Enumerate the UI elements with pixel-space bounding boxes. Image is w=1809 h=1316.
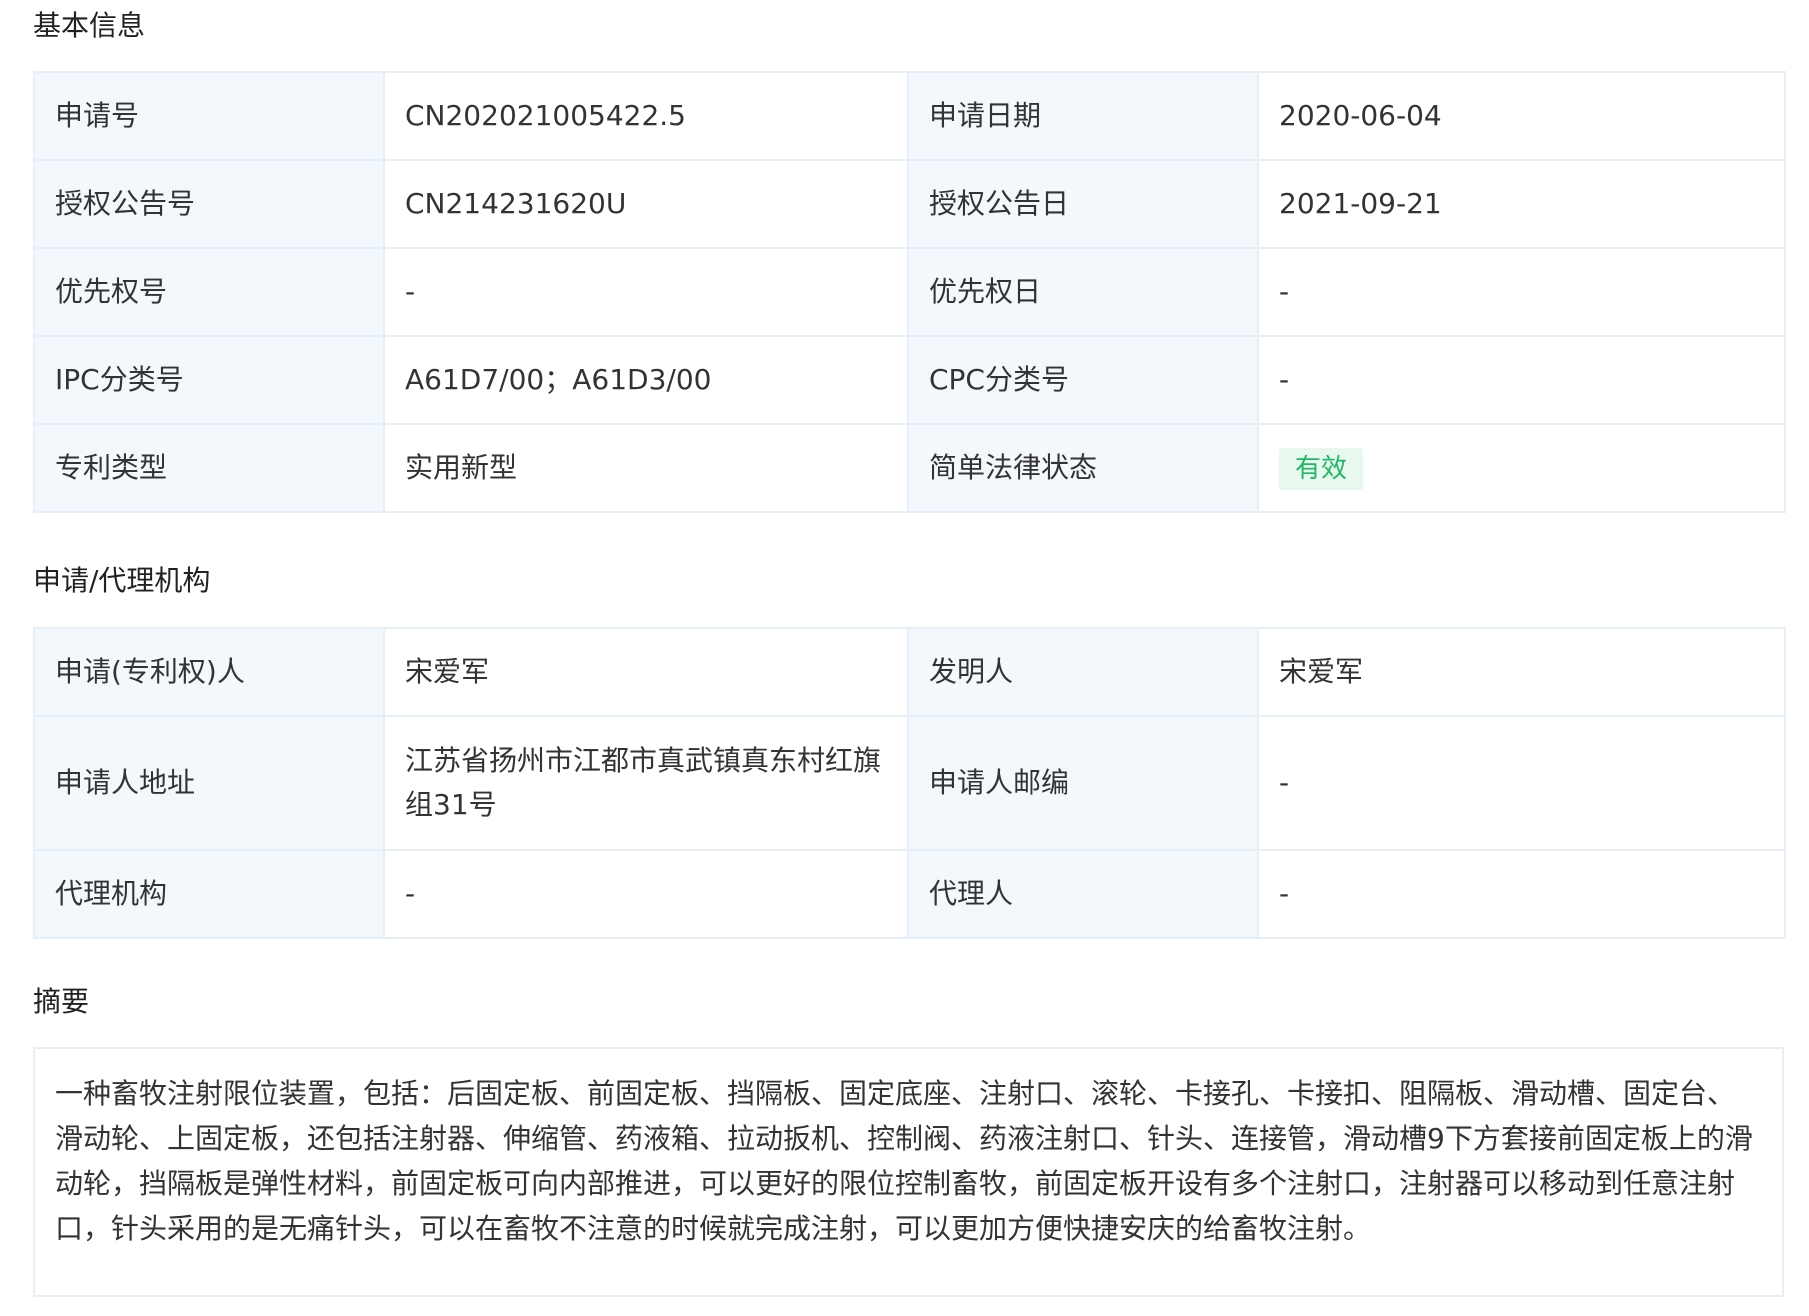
- agency-label: 代理机构: [33, 849, 385, 939]
- applicant-value: 宋爱军: [383, 627, 909, 717]
- agency-table: 申请(专利权)人 宋爱军 发明人 宋爱军 申请人地址 江苏省扬州市江都市真武镇真…: [33, 627, 1786, 939]
- legal-status-label: 简单法律状态: [907, 423, 1259, 513]
- basic-info-title: 基本信息: [33, 9, 146, 42]
- table-row: 申请人地址 江苏省扬州市江都市真武镇真东村红旗组31号 申请人邮编 -: [33, 715, 1786, 851]
- applicant-address-value: 江苏省扬州市江都市真武镇真东村红旗组31号: [383, 715, 909, 851]
- priority-date-label: 优先权日: [907, 247, 1259, 337]
- priority-number-label: 优先权号: [33, 247, 385, 337]
- patent-type-label: 专利类型: [33, 423, 385, 513]
- grant-pub-date-label: 授权公告日: [907, 159, 1259, 249]
- priority-date-value: -: [1257, 247, 1786, 337]
- agency-value: -: [383, 849, 909, 939]
- table-row: 优先权号 - 优先权日 -: [33, 247, 1786, 337]
- agent-value: -: [1257, 849, 1786, 939]
- cpc-class-label: CPC分类号: [907, 335, 1259, 425]
- status-badge: 有效: [1279, 448, 1364, 490]
- abstract-title: 摘要: [33, 985, 90, 1018]
- table-row: IPC分类号 A61D7/00；A61D3/00 CPC分类号 -: [33, 335, 1786, 425]
- table-row: 代理机构 - 代理人 -: [33, 849, 1786, 939]
- cpc-class-value: -: [1257, 335, 1786, 425]
- table-row: 申请号 CN202021005422.5 申请日期 2020-06-04: [33, 71, 1786, 161]
- applicant-address-label: 申请人地址: [33, 715, 385, 851]
- agent-label: 代理人: [907, 849, 1259, 939]
- basic-info-table: 申请号 CN202021005422.5 申请日期 2020-06-04 授权公…: [33, 71, 1786, 513]
- inventor-label: 发明人: [907, 627, 1259, 717]
- grant-pub-number-value: CN214231620U: [383, 159, 909, 249]
- grant-pub-date-value: 2021-09-21: [1257, 159, 1786, 249]
- application-number-label: 申请号: [33, 71, 385, 161]
- priority-number-value: -: [383, 247, 909, 337]
- applicant-postcode-value: -: [1257, 715, 1786, 851]
- application-number-value: CN202021005422.5: [383, 71, 909, 161]
- patent-type-value: 实用新型: [383, 423, 909, 513]
- abstract-text: 一种畜牧注射限位装置，包括：后固定板、前固定板、挡隔板、固定底座、注射口、滚轮、…: [55, 1077, 1753, 1245]
- inventor-value: 宋爱军: [1257, 627, 1786, 717]
- grant-pub-number-label: 授权公告号: [33, 159, 385, 249]
- application-date-value: 2020-06-04: [1257, 71, 1786, 161]
- table-row: 授权公告号 CN214231620U 授权公告日 2021-09-21: [33, 159, 1786, 249]
- table-row: 申请(专利权)人 宋爱军 发明人 宋爱军: [33, 627, 1786, 717]
- abstract-box: 一种畜牧注射限位装置，包括：后固定板、前固定板、挡隔板、固定底座、注射口、滚轮、…: [33, 1047, 1784, 1297]
- application-date-label: 申请日期: [907, 71, 1259, 161]
- agency-title: 申请/代理机构: [33, 564, 211, 597]
- applicant-postcode-label: 申请人邮编: [907, 715, 1259, 851]
- table-row: 专利类型 实用新型 简单法律状态 有效: [33, 423, 1786, 513]
- legal-status-cell: 有效: [1257, 423, 1786, 513]
- applicant-label: 申请(专利权)人: [33, 627, 385, 717]
- ipc-class-label: IPC分类号: [33, 335, 385, 425]
- ipc-class-value: A61D7/00；A61D3/00: [383, 335, 909, 425]
